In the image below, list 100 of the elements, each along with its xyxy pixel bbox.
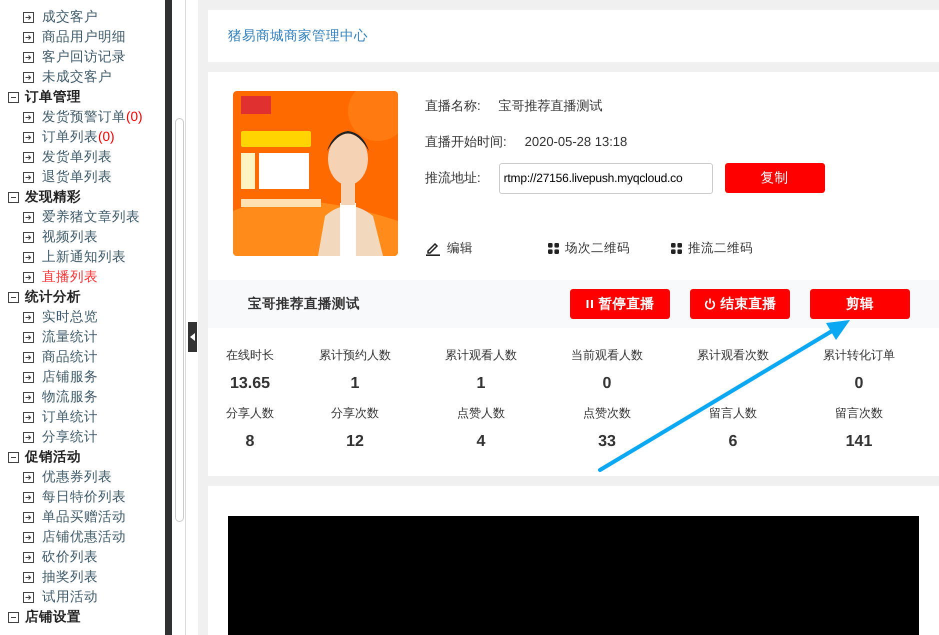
item-icon — [23, 512, 34, 522]
stat-value: 4 — [476, 432, 486, 452]
item-icon — [23, 412, 34, 422]
field-label: 推流地址: — [425, 169, 481, 188]
item-icon — [23, 112, 34, 122]
sidebar-item[interactable]: 商品用户明细 — [42, 26, 126, 48]
stat-value: 141 — [844, 432, 874, 452]
sidebar-item[interactable]: 优惠券列表 — [42, 466, 112, 488]
sidebar-item[interactable]: 实时总览 — [42, 306, 98, 328]
item-icon — [23, 52, 34, 62]
field-label: 直播开始时间: — [425, 133, 507, 152]
sidebar-item[interactable]: 直播列表 — [42, 266, 98, 288]
item-icon — [23, 12, 34, 22]
collapse-icon[interactable] — [8, 292, 19, 302]
stat-label: 在线时长 — [225, 347, 275, 364]
sidebar-group-title[interactable]: 发现精彩 — [25, 186, 81, 208]
sidebar-item[interactable]: 店铺服务 — [42, 366, 98, 388]
item-icon — [23, 232, 34, 242]
stat-value: 12 — [345, 432, 365, 452]
sidebar-item[interactable]: 砍价列表 — [42, 546, 98, 568]
sidebar-item[interactable]: 订单列表(0) — [42, 126, 114, 148]
stat-value: 8 — [244, 432, 256, 452]
item-icon — [23, 72, 34, 82]
item-icon — [23, 472, 34, 482]
item-icon — [23, 132, 34, 142]
stat-label: 留言人数 — [708, 405, 758, 422]
item-icon — [23, 172, 34, 182]
clip-button[interactable]: 剪辑 — [810, 289, 910, 319]
copy-button[interactable]: 复制 — [724, 163, 825, 193]
field-label: 直播名称: — [425, 97, 481, 116]
stat-value: 6 — [728, 432, 738, 452]
stat-label: 累计观看人数 — [444, 347, 518, 364]
sidebar-group-title[interactable]: 店铺设置 — [25, 606, 81, 628]
item-icon — [23, 332, 34, 342]
stat-label: 留言次数 — [834, 405, 884, 422]
sidebar-item[interactable]: 发货单列表 — [42, 146, 112, 168]
item-icon — [23, 372, 34, 382]
stat-value: 1 — [476, 374, 486, 394]
item-icon — [23, 272, 34, 282]
item-icon — [23, 252, 34, 262]
qr-code-link[interactable]: 推流二维码 — [671, 239, 794, 258]
collapse-icon[interactable] — [8, 612, 19, 622]
sidebar-item[interactable]: 物流服务 — [42, 386, 98, 408]
item-icon — [23, 32, 34, 42]
field-value: 2020-05-28 13:18 — [524, 133, 628, 152]
sidebar-item[interactable]: 爱养猪文章列表 — [42, 206, 140, 228]
sidebar-item[interactable]: 成交客户 — [42, 6, 98, 28]
sidebar-group-title[interactable]: 统计分析 — [25, 286, 81, 308]
sidebar-item[interactable]: 未成交客户 — [42, 66, 112, 88]
grid-icon — [671, 242, 682, 254]
sidebar-item[interactable]: 订单统计 — [42, 406, 98, 428]
field-value: 宝哥推荐直播测试 — [498, 97, 603, 116]
item-icon — [23, 572, 34, 582]
end-button[interactable]: 结束直播 — [690, 289, 790, 319]
stat-label: 当前观看人数 — [570, 347, 644, 364]
collapse-handle[interactable] — [188, 322, 197, 352]
item-icon — [23, 592, 34, 602]
stat-label: 累计观看次数 — [696, 347, 770, 364]
grid-icon — [548, 242, 559, 254]
sidebar-item[interactable]: 抽奖列表 — [42, 566, 98, 588]
sidebar-item[interactable]: 试用活动 — [42, 586, 98, 608]
collapse-icon[interactable] — [8, 452, 19, 462]
item-icon — [23, 312, 34, 322]
item-icon — [23, 152, 34, 162]
sidebar-item[interactable]: 流量统计 — [42, 326, 98, 348]
stat-label: 累计转化订单 — [822, 347, 896, 364]
item-icon — [23, 392, 34, 402]
collapse-icon[interactable] — [8, 192, 19, 202]
item-icon — [23, 352, 34, 362]
collapse-icon[interactable] — [8, 92, 19, 102]
sidebar-item[interactable]: 发货预警订单(0) — [42, 106, 142, 128]
sidebar-item[interactable]: 上新通知列表 — [42, 246, 126, 268]
sidebar-group-title[interactable]: 订单管理 — [25, 86, 81, 108]
qr-code-link[interactable]: 场次二维码 — [548, 239, 671, 258]
sidebar-item[interactable]: 视频列表 — [42, 226, 98, 248]
pause-button[interactable]: 暂停直播 — [570, 289, 670, 319]
sidebar-item[interactable]: 商品统计 — [42, 346, 98, 368]
sidebar-item[interactable]: 分享统计 — [42, 426, 98, 448]
url-field[interactable]: rtmp://27156.livepush.myqcloud.co — [498, 162, 713, 194]
item-icon — [23, 492, 34, 502]
stream-name: 宝哥推荐直播测试 — [248, 294, 361, 313]
item-icon — [23, 212, 34, 222]
item-icon — [23, 432, 34, 442]
stat-label: 点赞次数 — [582, 405, 632, 422]
edit-icon — [425, 240, 441, 256]
sidebar-item[interactable]: 单品买赠活动 — [42, 506, 126, 528]
stat-label: 累计预约人数 — [318, 347, 392, 364]
sidebar-group-title[interactable]: 促销活动 — [25, 446, 81, 468]
stat-value: 1 — [350, 374, 360, 394]
stat-value: 33 — [597, 432, 617, 452]
sidebar-item[interactable]: 退货单列表 — [42, 166, 112, 188]
power-icon — [704, 298, 716, 310]
stat-value: 13.65 — [228, 374, 272, 394]
sidebar-item[interactable]: 店铺优惠活动 — [42, 526, 126, 548]
stat-label: 点赞人数 — [456, 405, 506, 422]
scrollbar-thumb[interactable] — [175, 118, 184, 522]
sidebar-item[interactable]: 每日特价列表 — [42, 486, 126, 508]
stat-label: 分享次数 — [330, 405, 380, 422]
sidebar-item[interactable]: 客户回访记录 — [42, 46, 126, 68]
edit-link[interactable]: 编辑 — [425, 239, 548, 258]
